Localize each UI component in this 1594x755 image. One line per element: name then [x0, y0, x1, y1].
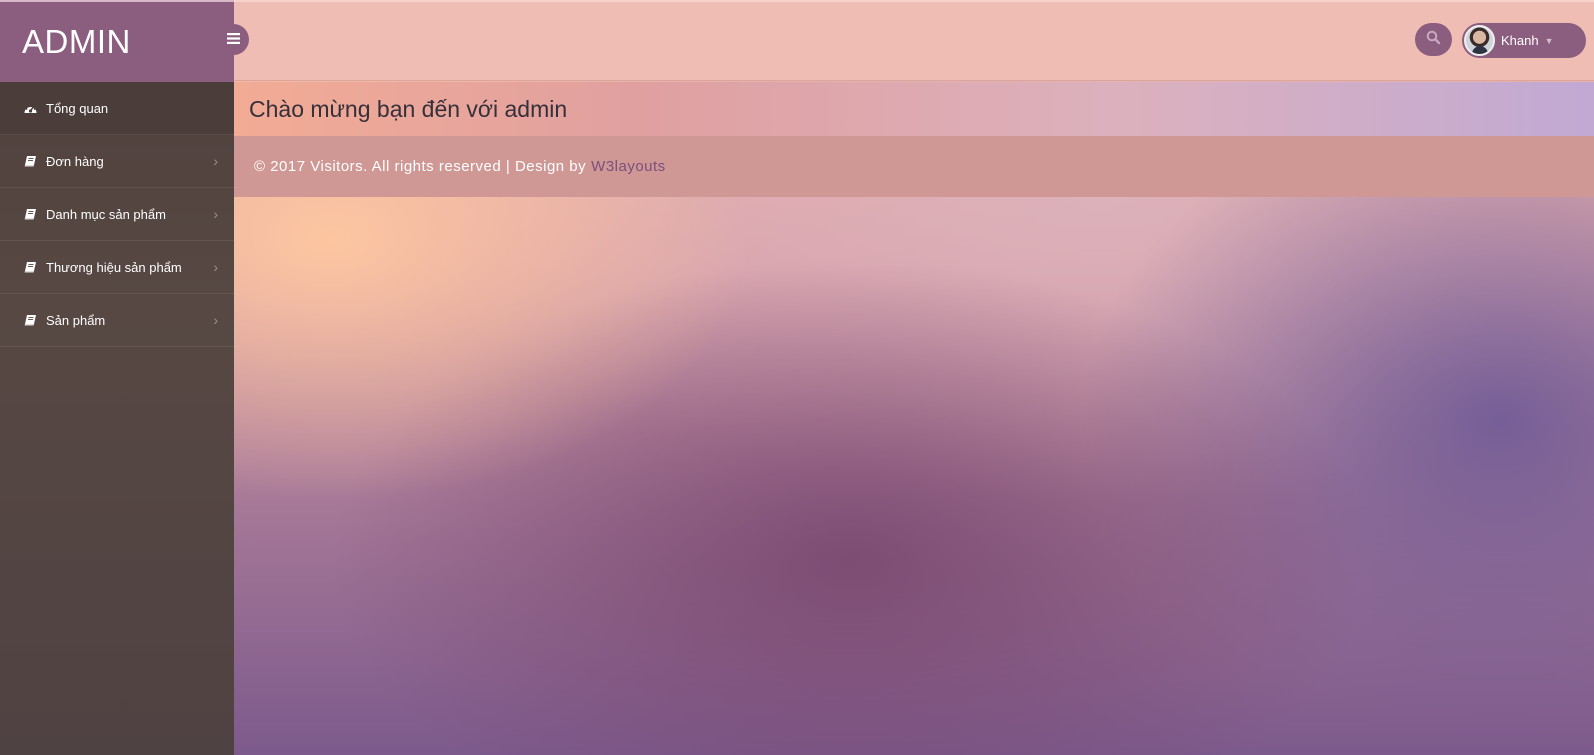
avatar — [1464, 25, 1495, 56]
dashboard-icon — [22, 101, 38, 115]
sidebar-item-label: Danh mục sản phẩm — [46, 206, 166, 222]
book-icon — [22, 207, 38, 221]
sidebar-item-label: Đơn hàng — [46, 153, 104, 169]
sidebar-toggle-button[interactable] — [218, 24, 249, 55]
caret-down-icon: ▼ — [1544, 35, 1554, 46]
brand-title[interactable]: ADMIN — [0, 0, 234, 82]
chevron-right-icon: › — [213, 153, 218, 169]
footer: © 2017 Visitors. All rights reserved | D… — [234, 136, 1594, 197]
top-header: Khanh ▼ — [234, 0, 1594, 81]
search-icon — [1426, 30, 1441, 50]
sidebar-item-categories[interactable]: Danh mục sản phẩm › — [0, 188, 234, 241]
footer-link-w3layouts[interactable]: W3layouts — [591, 158, 666, 175]
book-icon — [22, 154, 38, 168]
sidebar-item-orders[interactable]: Đơn hàng › — [0, 135, 234, 188]
user-menu-button[interactable]: Khanh ▼ — [1462, 23, 1586, 58]
sidebar-item-label: Sản phẩm — [46, 312, 106, 328]
book-icon — [22, 260, 38, 274]
search-button[interactable] — [1415, 23, 1452, 56]
hamburger-icon — [227, 31, 240, 48]
chevron-right-icon: › — [213, 206, 218, 222]
page-title: Chào mừng bạn đến với admin — [249, 95, 568, 122]
sidebar: ADMIN Tổng quan Đơn hàng › Danh mục sản … — [0, 0, 234, 755]
sidebar-item-products[interactable]: Sản phẩm › — [0, 294, 234, 347]
welcome-banner: Chào mừng bạn đến với admin — [234, 82, 1594, 136]
book-icon — [22, 313, 38, 327]
copyright-text: © 2017 Visitors. All rights reserved | D… — [254, 158, 587, 175]
sidebar-item-overview[interactable]: Tổng quan — [0, 82, 234, 135]
sidebar-item-label: Thương hiệu sản phẩm — [46, 259, 182, 275]
chevron-right-icon: › — [213, 259, 218, 275]
chevron-right-icon: › — [213, 312, 218, 328]
sidebar-item-brands[interactable]: Thương hiệu sản phẩm › — [0, 241, 234, 294]
sidebar-item-label: Tổng quan — [46, 100, 109, 116]
user-name: Khanh — [1501, 33, 1539, 48]
